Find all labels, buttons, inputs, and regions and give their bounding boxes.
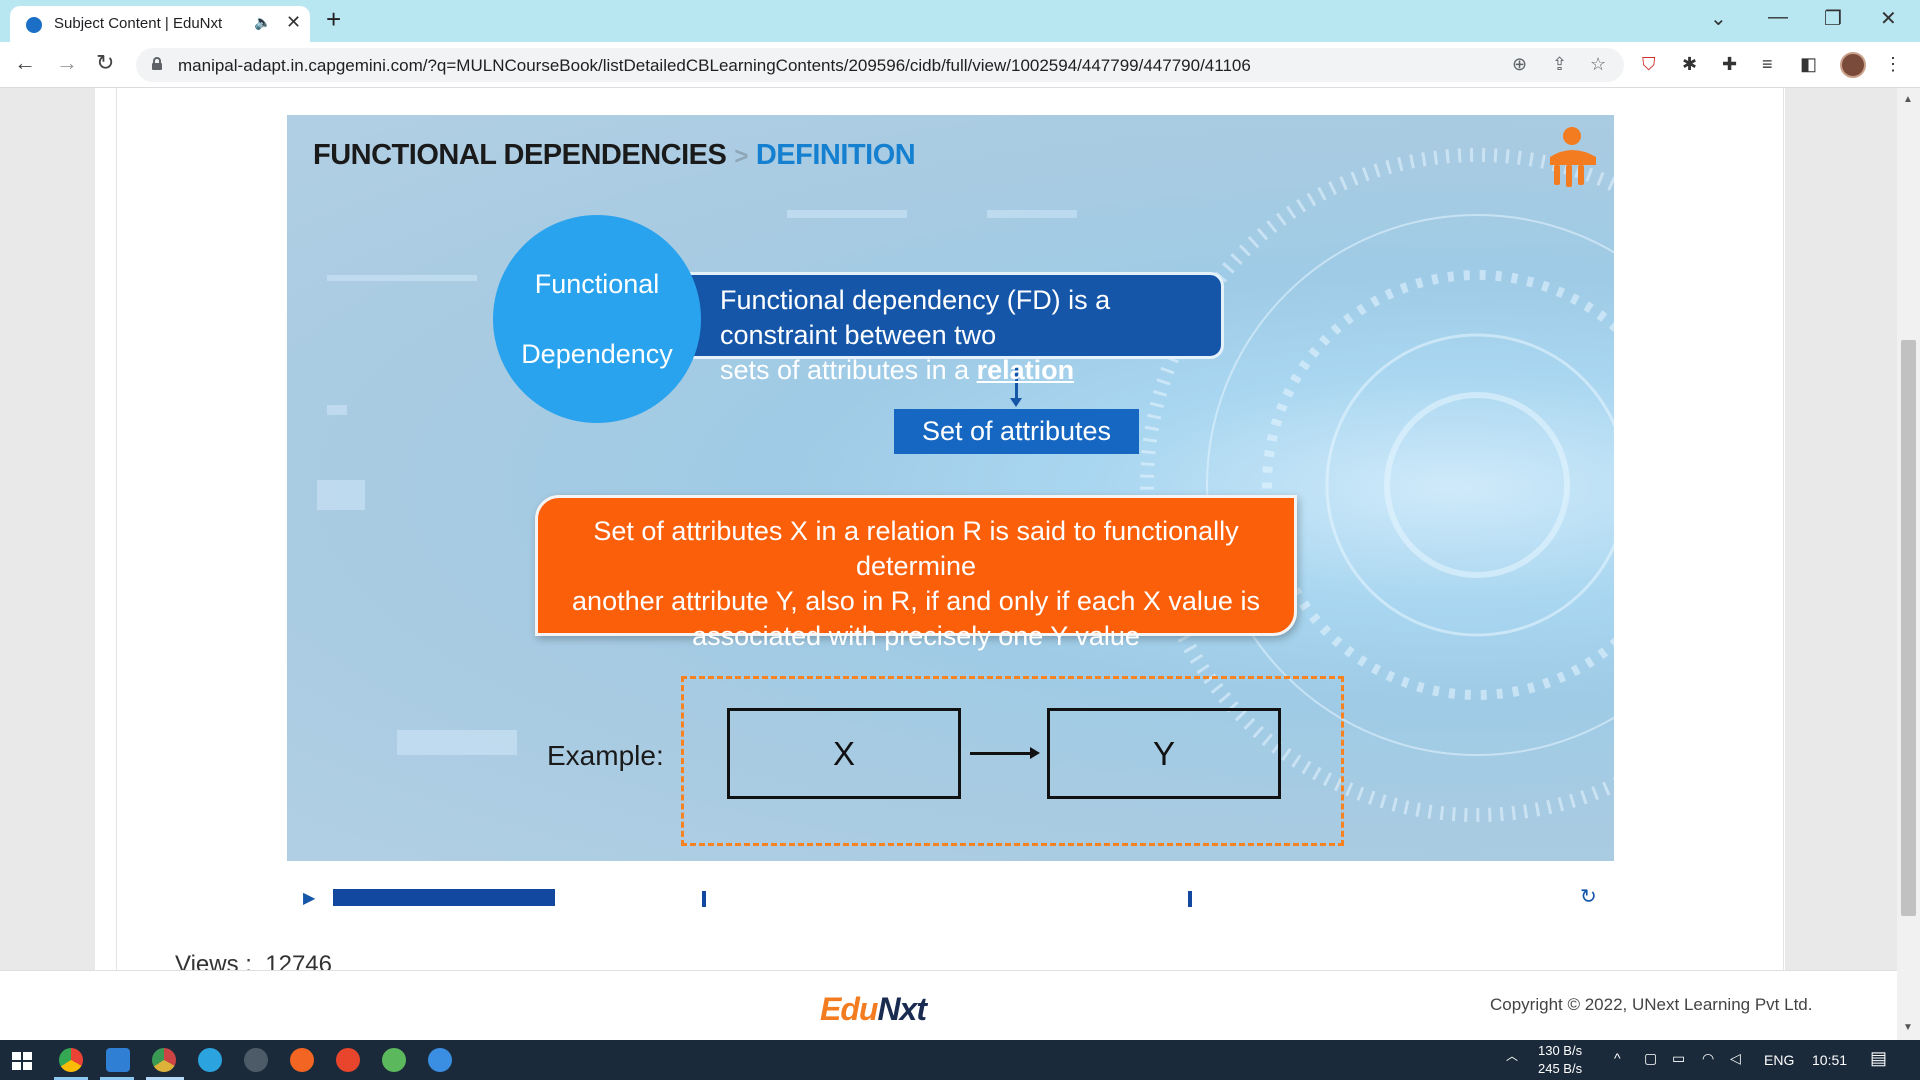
- replay-icon[interactable]: ↻: [1580, 884, 1597, 909]
- volume-icon[interactable]: ◁: [1730, 1050, 1741, 1067]
- new-tab-button[interactable]: +: [326, 6, 341, 32]
- extensions-puzzle-icon[interactable]: ✚: [1722, 54, 1737, 75]
- fd-definition-box: Functional dependency (FD) is a constrai…: [677, 272, 1224, 385]
- manipal-logo: [1550, 127, 1596, 187]
- callout-line-2: another attribute Y, also in R, if and o…: [572, 586, 1260, 616]
- extension-cat-icon[interactable]: ✱: [1682, 54, 1697, 75]
- wifi-icon[interactable]: ◠: [1702, 1050, 1714, 1067]
- x-box: X: [727, 708, 961, 799]
- set-of-attributes-box: Set of attributes: [894, 409, 1139, 454]
- close-window-icon[interactable]: ✕: [1880, 6, 1897, 31]
- meet-now-icon[interactable]: ▢: [1644, 1050, 1657, 1067]
- back-arrow-icon[interactable]: ←: [14, 50, 36, 76]
- forward-arrow-icon[interactable]: →: [56, 50, 78, 76]
- pdf-app-icon[interactable]: [336, 1048, 360, 1072]
- callout-line-3: associated with precisely one Y value: [692, 621, 1140, 651]
- circle-line-1: Functional: [534, 268, 660, 299]
- cue-marker[interactable]: [702, 891, 707, 907]
- windows-taskbar: ︿ 130 B/s 245 B/s ^ ▢ ▭ ◠ ◁ ENG 10:51 ▤: [0, 1040, 1920, 1080]
- minimize-window-icon[interactable]: —: [1768, 6, 1788, 29]
- logo-nxt: Nxt: [877, 991, 927, 1027]
- vscode-icon[interactable]: [106, 1048, 130, 1072]
- speaker-icon[interactable]: 🔈: [254, 14, 271, 31]
- slide-heading-main: FUNCTIONAL DEPENDENCIES: [313, 139, 727, 171]
- browser-tab[interactable]: Subject Content | EduNxt 🔈 ✕: [10, 6, 310, 42]
- windows-start-icon[interactable]: [12, 1052, 32, 1070]
- clock-time[interactable]: 10:51: [1812, 1052, 1847, 1068]
- definition-callout: Set of attributes X in a relation R is s…: [535, 495, 1297, 651]
- restore-window-icon[interactable]: ❐: [1824, 6, 1842, 31]
- page-footer: EduNxt Copyright © 2022, UNext Learning …: [0, 970, 1897, 1040]
- side-panel-icon[interactable]: ◧: [1800, 54, 1817, 75]
- callout-line-1: Set of attributes X in a relation R is s…: [593, 516, 1239, 581]
- tray-up-arrow-icon[interactable]: ︿: [1506, 1047, 1518, 1064]
- slide-heading: FUNCTIONAL DEPENDENCIES > DEFINITION: [313, 139, 916, 172]
- lesson-slide: FUNCTIONAL DEPENDENCIES > DEFINITION Funct…: [287, 115, 1614, 861]
- bookmark-star-icon[interactable]: ☆: [1590, 54, 1606, 75]
- page-viewport: FUNCTIONAL DEPENDENCIES > DEFINITION Funct…: [0, 88, 1920, 1040]
- logo-edu: Edu: [820, 991, 878, 1027]
- fd-text-line-2: sets of attributes in a: [720, 355, 977, 385]
- lock-icon[interactable]: [152, 57, 162, 70]
- language-indicator[interactable]: ENG: [1764, 1052, 1794, 1068]
- slide-heading-sub: DEFINITION: [755, 139, 916, 171]
- close-tab-icon[interactable]: ✕: [286, 12, 301, 33]
- show-hidden-icons-icon[interactable]: ^: [1614, 1050, 1621, 1066]
- progress-bar[interactable]: [333, 889, 1388, 907]
- example-label: Example:: [547, 740, 664, 771]
- tab-title: Subject Content | EduNxt: [54, 15, 223, 32]
- tab-search-chevron-icon[interactable]: ⌄: [1710, 6, 1727, 31]
- battery-icon[interactable]: ▭: [1672, 1050, 1685, 1067]
- net-download-speed: 245 B/s: [1538, 1061, 1583, 1076]
- chrome-profile-icon[interactable]: [152, 1048, 176, 1072]
- net-upload-speed: 130 B/s: [1538, 1043, 1583, 1058]
- vertical-scrollbar[interactable]: ▲ ▼: [1897, 88, 1920, 1040]
- media-control-icon[interactable]: ≡: [1762, 54, 1773, 75]
- profile-avatar[interactable]: [1840, 52, 1866, 78]
- zoom-icon[interactable]: ⊕: [1512, 54, 1527, 75]
- functional-dependency-circle: Functional Dependency: [493, 215, 701, 423]
- telegram-icon[interactable]: [198, 1048, 222, 1072]
- url-text[interactable]: manipal-adapt.in.capgemini.com/?q=MULNCo…: [178, 56, 1251, 76]
- chrome-icon[interactable]: [59, 1048, 83, 1072]
- scroll-thumb[interactable]: [1901, 340, 1916, 916]
- chrome-menu-icon[interactable]: ⋮: [1884, 54, 1902, 75]
- extension-shield-icon[interactable]: ⛉: [1642, 54, 1656, 75]
- progress-fill: [333, 889, 555, 906]
- inkscape-icon[interactable]: [244, 1048, 268, 1072]
- circle-line-2: Dependency: [521, 338, 673, 369]
- cue-marker[interactable]: [1187, 891, 1192, 907]
- browser-app-icon[interactable]: [428, 1048, 452, 1072]
- browser-tab-strip: Subject Content | EduNxt 🔈 ✕ + ⌄ — ❐ ✕: [0, 0, 1920, 42]
- browser-toolbar: ← → ↻ manipal-adapt.in.capgemini.com/?q=…: [0, 42, 1920, 88]
- notifications-icon[interactable]: ▤: [1870, 1048, 1887, 1069]
- share-icon[interactable]: ⇪: [1552, 54, 1567, 75]
- scroll-up-arrow-icon[interactable]: ▲: [1903, 94, 1913, 105]
- y-box: Y: [1047, 708, 1281, 799]
- reload-icon[interactable]: ↻: [96, 50, 114, 76]
- relation-link[interactable]: relation: [977, 355, 1075, 385]
- heading-separator: >: [734, 143, 748, 170]
- scroll-down-arrow-icon[interactable]: ▼: [1903, 1022, 1913, 1033]
- fd-text-line-1: Functional dependency (FD) is a constrai…: [720, 285, 1111, 350]
- postman-icon[interactable]: [290, 1048, 314, 1072]
- edunxt-favicon-icon: [26, 17, 42, 33]
- copyright-text: Copyright © 2022, UNext Learning Pvt Ltd…: [1490, 995, 1813, 1014]
- edunxt-logo: EduNxt: [820, 991, 927, 1028]
- x-to-y-arrow: [970, 747, 1040, 759]
- play-button[interactable]: ▶: [303, 888, 315, 908]
- utorrent-icon[interactable]: [382, 1048, 406, 1072]
- address-bar[interactable]: manipal-adapt.in.capgemini.com/?q=MULNCo…: [136, 48, 1624, 82]
